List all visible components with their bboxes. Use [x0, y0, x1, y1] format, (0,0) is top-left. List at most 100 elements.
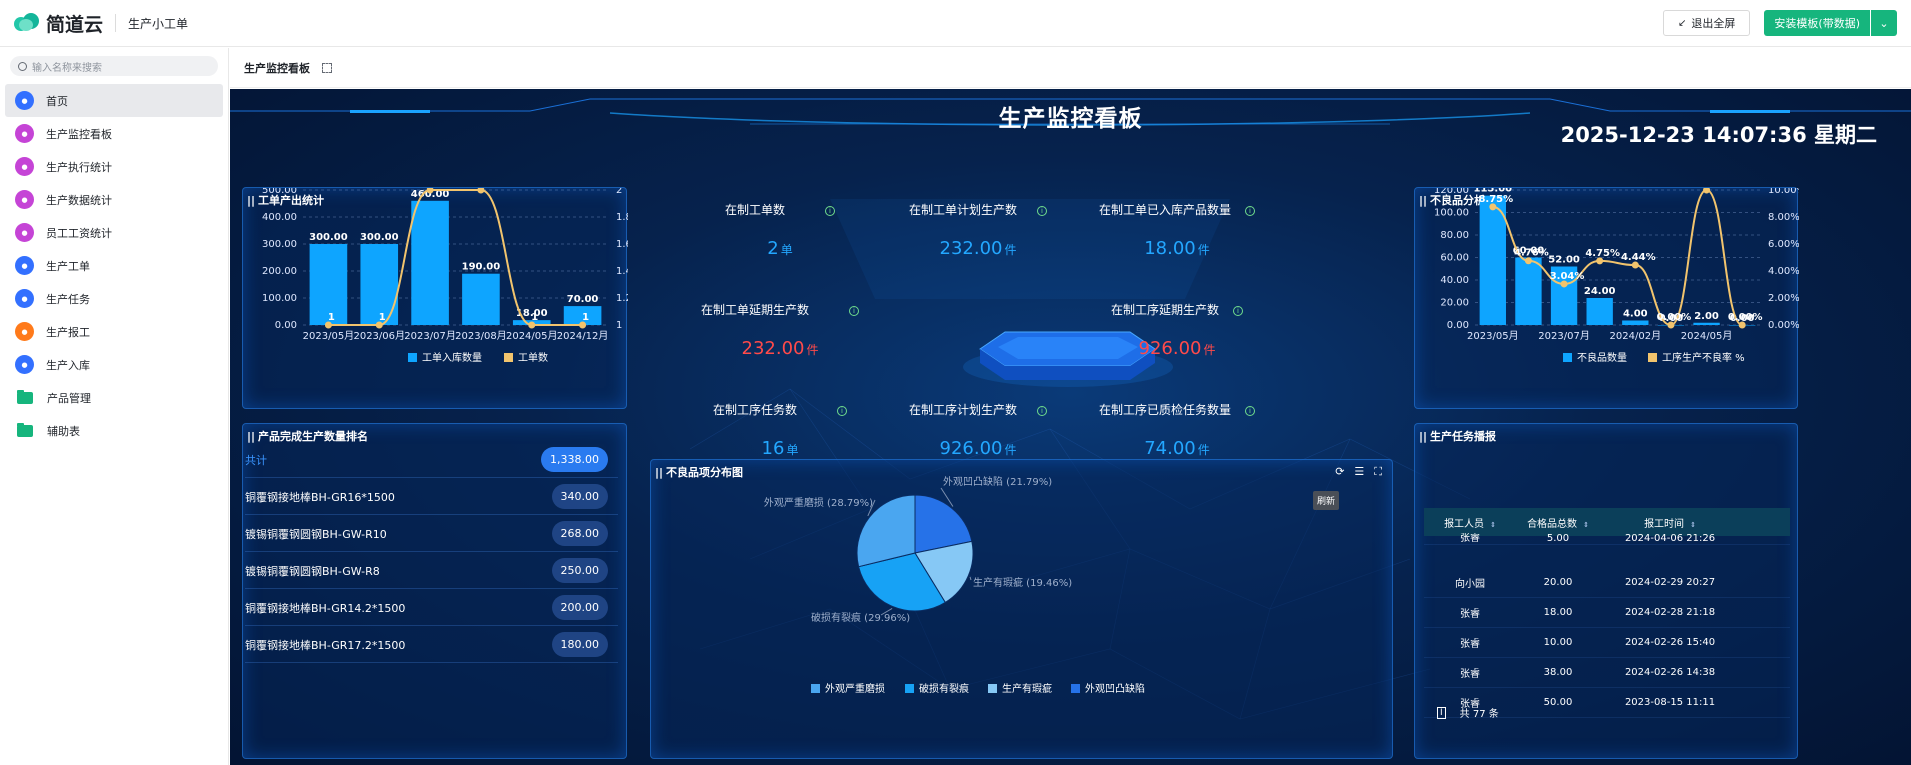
sidebar-item-4[interactable]: ● 生产数据统计 — [5, 183, 223, 216]
sidebar-item-3[interactable]: ● 生产执行统计 — [5, 150, 223, 183]
table-cell: 20.00 — [1543, 577, 1573, 588]
product-name: 铜覆钢接地棒BH-GR16*1500 — [245, 490, 395, 504]
legend-label: 外观严重磨损 — [825, 682, 885, 695]
sort-icon[interactable]: ⇕ — [1583, 521, 1589, 529]
table-row[interactable]: 张睿 5.00 2024-04-06 21:26 — [1424, 533, 1790, 545]
table-cell: 张睿 — [1460, 669, 1480, 680]
sort-icon[interactable]: ⇕ — [1490, 521, 1496, 529]
ranking-row[interactable]: 铜覆钢接地棒BH-GR16*1500 340.00 — [245, 479, 618, 515]
warehouse-icon: ● — [15, 355, 34, 374]
y2-tick-label: 6.00% — [1768, 239, 1799, 250]
dashboard-canvas: 生产监控看板 2025-12-23 14:07:36 星期二 工单产出统计 0.… — [230, 89, 1911, 765]
info-icon[interactable]: i — [849, 305, 859, 316]
line-value-label: 4.76% — [1514, 248, 1549, 259]
info-icon[interactable]: i — [837, 405, 847, 416]
column-header[interactable]: 报工人员 ⇕ — [1424, 515, 1516, 530]
expand-icon[interactable] — [322, 62, 332, 73]
product-quantity: 250.00 — [551, 558, 608, 583]
x-tick-label: 2024/02月 — [1610, 330, 1662, 342]
table-row[interactable]: 张睿 18.00 2024-02-28 21:18 — [1424, 598, 1790, 628]
dashboard-icon: ● — [15, 124, 34, 143]
ranking-row[interactable]: 镀锡铜覆钢圆钢BH-GW-R10 268.00 — [245, 516, 618, 552]
table-row[interactable]: 张睿 10.00 2024-02-26 15:40 — [1424, 628, 1790, 658]
bar-value-label: 52.00 — [1548, 255, 1580, 266]
kpi-unit: 单 — [786, 443, 799, 457]
bar — [462, 273, 500, 325]
table-cell: 38.00 — [1543, 667, 1573, 678]
column-header[interactable]: 报工时间 ⇕ — [1600, 515, 1740, 530]
table-cell: 5.00 — [1546, 533, 1570, 544]
ranking-total-value: 1,338.00 — [541, 447, 608, 472]
sidebar-item-1[interactable]: ● 首页 — [5, 84, 223, 117]
table-cell: 张睿 — [1460, 609, 1480, 620]
kpi-value: 926.00 — [1138, 338, 1202, 359]
legend-swatch — [408, 353, 417, 362]
sidebar-item-label: 生产工单 — [46, 259, 90, 273]
install-template-button[interactable]: 安装模板(带数据) — [1764, 10, 1870, 36]
kpi-card: 在制工单数 i 2 单 — [680, 201, 880, 259]
table-cell: 2024-02-28 21:18 — [1624, 607, 1716, 618]
sidebar-item-9[interactable]: ● 生产入库 — [5, 348, 223, 381]
kpi-label: 在制工单数 — [724, 203, 785, 217]
datetime-display: 2025-12-23 14:07:36 星期二 — [1560, 123, 1877, 147]
exit-fullscreen-button[interactable]: ↙ 退出全屏 — [1663, 10, 1751, 36]
sidebar-item-label: 辅助表 — [47, 424, 80, 438]
bar — [1479, 195, 1506, 325]
table-row[interactable]: 张睿 50.00 2023-08-15 11:11 — [1424, 688, 1790, 718]
x-tick-label: 2023/07月 — [404, 330, 456, 342]
sort-icon[interactable]: ⇕ — [1690, 521, 1696, 529]
x-tick-label: 2024/05月 — [1681, 330, 1733, 342]
task-icon: ● — [15, 289, 34, 308]
info-icon[interactable]: i — [1245, 405, 1255, 416]
sidebar-item-8[interactable]: ● 生产报工 — [5, 315, 223, 348]
table-cell: 2024-02-26 15:40 — [1624, 637, 1716, 648]
table-row[interactable]: 张睿 38.00 2024-02-26 14:38 — [1424, 658, 1790, 688]
sidebar-item-6[interactable]: ● 生产工单 — [5, 249, 223, 282]
y-tick-label: 100.00 — [262, 293, 297, 304]
search-icon — [18, 61, 27, 71]
table-cell: 2024-02-26 14:38 — [1624, 667, 1716, 678]
column-header[interactable]: 合格品总数 ⇕ — [1516, 515, 1600, 530]
line-value-label: 3.04% — [1550, 271, 1585, 282]
y2-tick-label: 10.00% — [1768, 188, 1799, 196]
x-tick-label: 2023/06月 — [353, 330, 405, 342]
table-cell: 向小园 — [1455, 579, 1485, 590]
sidebar-item-2[interactable]: ● 生产监控看板 — [5, 117, 223, 150]
table-row[interactable]: 向小园 20.00 2024-02-29 20:27 — [1424, 568, 1790, 598]
kpi-value: 2 — [767, 238, 779, 259]
sidebar-item-11[interactable]: 辅助表 — [5, 414, 223, 447]
sidebar-search-input[interactable]: 输入名称来搜索 — [10, 56, 218, 76]
y-tick-label: 40.00 — [1440, 275, 1469, 286]
kpi-unit: 件 — [1197, 443, 1210, 457]
ranking-row[interactable]: 镀锡铜覆钢圆钢BH-GW-R8 250.00 — [245, 553, 618, 589]
bar — [1622, 320, 1649, 325]
product-quantity: 200.00 — [551, 595, 608, 620]
sidebar-item-7[interactable]: ● 生产任务 — [5, 282, 223, 315]
kpi-value: 18.00 — [1144, 238, 1196, 259]
table-cell: 10.00 — [1543, 637, 1573, 648]
y2-tick-label: 1.4 — [616, 266, 628, 277]
info-icon[interactable]: i — [1245, 205, 1255, 216]
ranking-row[interactable]: 铜覆钢接地棒BH-GR17.2*1500 180.00 — [245, 627, 618, 663]
bar — [1515, 257, 1542, 325]
info-icon[interactable]: i — [1037, 205, 1047, 216]
install-dropdown-button[interactable]: ⌄ — [1871, 10, 1897, 36]
info-icon[interactable]: i — [1037, 405, 1047, 416]
y-tick-label: 120.00 — [1434, 188, 1469, 196]
y2-tick-label: 2.00% — [1768, 293, 1799, 304]
info-icon[interactable]: i — [825, 205, 835, 216]
product-quantity: 268.00 — [551, 521, 608, 546]
defect-analysis-panel: 不良品分析 0.0020.0040.0060.0080.00100.00120.… — [1414, 187, 1799, 409]
kpi-card: 在制工单已入库产品数量 i 18.00 件 — [1077, 201, 1277, 259]
sidebar-item-10[interactable]: 产品管理 — [5, 381, 223, 414]
line-value-label: 0.00% — [1728, 312, 1763, 323]
ranking-row[interactable]: 铜覆钢接地棒BH-GR14.2*1500 200.00 — [245, 590, 618, 626]
table-cell: 张睿 — [1460, 699, 1480, 710]
app-name[interactable]: 生产小工单 — [128, 15, 188, 32]
brand-logo[interactable]: 简道云 — [14, 10, 103, 37]
y-tick-label: 60.00 — [1440, 253, 1469, 264]
sidebar-item-5[interactable]: ● 员工工资统计 — [5, 216, 223, 249]
info-icon[interactable]: i — [1233, 305, 1243, 316]
x-tick-label: 2023/05月 — [303, 330, 355, 342]
kpi-label: 在制工单计划生产数 — [908, 203, 1017, 217]
